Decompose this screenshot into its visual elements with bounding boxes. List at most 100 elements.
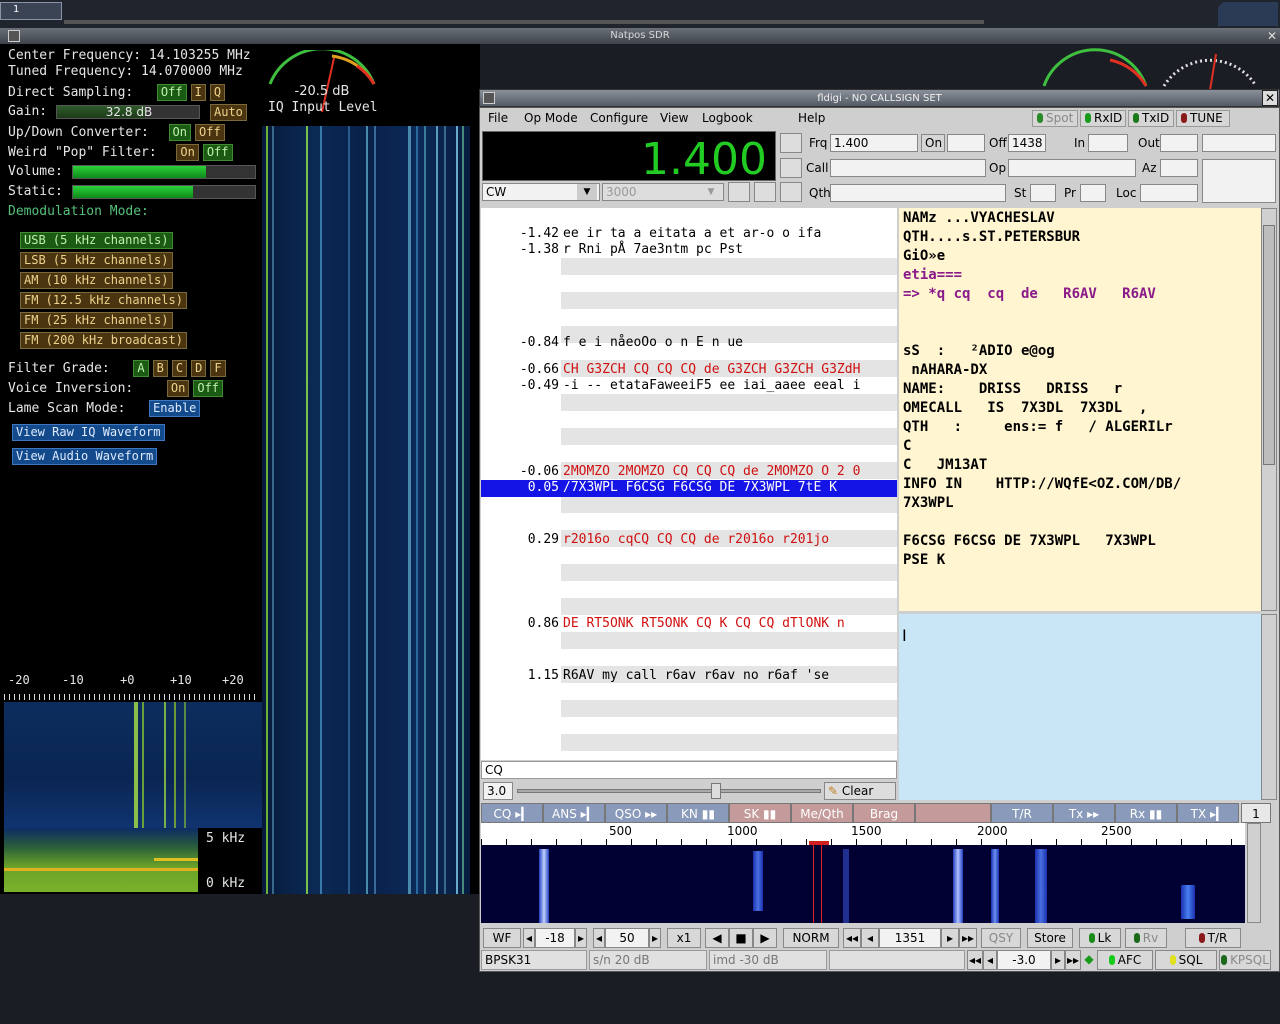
filter-grade-d[interactable]: D bbox=[191, 360, 207, 377]
clear-button[interactable]: ✎ Clear bbox=[824, 782, 896, 800]
demod-fm25-button[interactable]: FM (25 kHz channels) bbox=[20, 312, 173, 329]
refresh-icon[interactable] bbox=[728, 182, 750, 202]
qth-field[interactable] bbox=[830, 184, 1006, 202]
rx-text-pane[interactable]: NAMz ...VYACHESLAV QTH....s.ST.PETERSBUR G… bbox=[899, 208, 1261, 611]
menu-view[interactable]: View bbox=[660, 111, 688, 125]
wf-mode-button[interactable]: WF bbox=[483, 928, 521, 948]
carrier-freq-field[interactable]: 1351 bbox=[879, 928, 941, 948]
menu-help[interactable]: Help bbox=[798, 111, 825, 125]
fldigi-waterfall[interactable] bbox=[481, 845, 1245, 923]
arrow-right-icon[interactable]: ▸ bbox=[575, 928, 587, 948]
lame-scan-enable-button[interactable]: Enable bbox=[149, 400, 201, 417]
on-button[interactable]: On bbox=[921, 134, 945, 152]
status-mode[interactable]: BPSK31 bbox=[481, 950, 587, 970]
arrow-left-icon[interactable]: ◂ bbox=[593, 928, 605, 948]
filter-grade-c[interactable]: C bbox=[171, 360, 188, 377]
store-button[interactable]: Store bbox=[1027, 928, 1073, 948]
browser-row[interactable]: -1.42 ee ir ta a eitata a et ar-o o ifa bbox=[481, 226, 897, 243]
fast-forward-icon[interactable]: ▸▸ bbox=[959, 928, 977, 948]
arrow-left-icon[interactable]: ◂ bbox=[523, 928, 535, 948]
zoom-button[interactable]: x1 bbox=[667, 928, 701, 948]
volume-slider[interactable] bbox=[72, 165, 256, 179]
updown-off-button[interactable]: Off bbox=[195, 124, 225, 141]
notes-field[interactable] bbox=[1202, 159, 1276, 203]
tune-toggle[interactable]: TUNE bbox=[1176, 110, 1230, 127]
filter-grade-b[interactable]: B bbox=[152, 360, 168, 377]
chevron-down-icon[interactable]: ▼ bbox=[701, 184, 721, 200]
window-menu-icon[interactable] bbox=[483, 92, 495, 104]
gain-auto-button[interactable]: Auto bbox=[210, 104, 247, 121]
macro-cq[interactable]: CQ ▸▎ bbox=[481, 803, 543, 823]
macro-ans[interactable]: ANS ▸▎ bbox=[543, 803, 605, 823]
macro-empty[interactable] bbox=[915, 803, 991, 823]
wf-speed-button[interactable]: NORM bbox=[783, 928, 839, 948]
natpos-waterfall[interactable] bbox=[262, 126, 470, 894]
static-slider[interactable] bbox=[72, 185, 256, 199]
arrow-left-icon[interactable]: ◂ bbox=[983, 950, 997, 970]
arrow-right-icon[interactable]: ▸ bbox=[1051, 950, 1065, 970]
view-audio-waveform-button[interactable]: View Audio Waveform bbox=[12, 448, 158, 465]
fast-back-icon[interactable]: ◂◂ bbox=[843, 928, 861, 948]
call-field[interactable] bbox=[830, 159, 986, 177]
list-icon[interactable] bbox=[754, 182, 776, 202]
op-field[interactable] bbox=[1008, 159, 1136, 177]
filter-grade-f[interactable]: F bbox=[210, 360, 226, 377]
direct-sampling-i-button[interactable]: I bbox=[190, 84, 206, 101]
tray-app-icon[interactable] bbox=[1218, 2, 1278, 26]
tr-toggle[interactable]: T/R bbox=[1185, 928, 1241, 948]
save-log-icon[interactable] bbox=[780, 182, 802, 202]
macro-meqth[interactable]: Me/Qth bbox=[791, 803, 853, 823]
browser-row[interactable]: -0.66 CH G3ZCH CQ CQ CQ de G3ZCH G3ZCH G3… bbox=[481, 362, 897, 379]
tx-level-field[interactable]: -3.0 bbox=[997, 950, 1051, 970]
close-icon[interactable]: ✕ bbox=[1262, 90, 1278, 106]
browser-row[interactable]: 0.86 DE RT5ONK RT5ONK CQ K CQ CQ dTlONK n bbox=[481, 616, 897, 633]
close-icon[interactable]: ✕ bbox=[1266, 28, 1278, 43]
rewind-icon[interactable]: ◀ bbox=[705, 928, 729, 948]
afc-toggle[interactable]: AFC bbox=[1097, 950, 1153, 970]
macro-tx[interactable]: Tx ▸▸ bbox=[1053, 803, 1115, 823]
mode-select[interactable]: CW ▼ bbox=[482, 183, 600, 201]
stop-icon[interactable]: ■ bbox=[729, 928, 753, 948]
pop-filter-off-button[interactable]: Off bbox=[202, 144, 233, 161]
pop-filter-on-button[interactable]: On bbox=[176, 144, 199, 161]
arrow-right-icon[interactable]: ▸ bbox=[941, 928, 959, 948]
in-field[interactable] bbox=[1088, 134, 1128, 152]
st-field[interactable] bbox=[1030, 184, 1056, 202]
voice-inversion-off[interactable]: Off bbox=[193, 380, 224, 397]
window-menu-icon[interactable] bbox=[8, 30, 20, 42]
demod-am-button[interactable]: AM (10 kHz channels) bbox=[20, 272, 173, 289]
frq-field[interactable]: 1.400 bbox=[830, 134, 918, 152]
browser-row[interactable]: -0.49 -i -- etataFaweeiF5 ee iai_aaee eea… bbox=[481, 378, 897, 395]
rx-scrollbar[interactable] bbox=[1261, 208, 1277, 611]
pr-field[interactable] bbox=[1080, 184, 1106, 202]
demod-lsb-button[interactable]: LSB (5 kHz channels) bbox=[20, 252, 173, 269]
waterfall-scrollbar[interactable] bbox=[1247, 823, 1261, 923]
sql-toggle[interactable]: SQL bbox=[1155, 950, 1217, 970]
demod-usb-button[interactable]: USB (5 kHz channels) bbox=[20, 232, 173, 249]
tx-scrollbar[interactable] bbox=[1261, 614, 1277, 800]
spot-toggle[interactable]: Spot bbox=[1032, 110, 1078, 127]
menu-op-mode[interactable]: Op Mode bbox=[524, 111, 578, 125]
menu-file[interactable]: File bbox=[488, 111, 508, 125]
updown-on-button[interactable]: On bbox=[168, 124, 191, 141]
macro-rx[interactable]: Rx ▮▮ bbox=[1115, 803, 1177, 823]
macro-set-selector[interactable]: 1 bbox=[1241, 803, 1271, 823]
broom-icon[interactable] bbox=[780, 158, 802, 178]
txid-toggle[interactable]: TxID bbox=[1128, 110, 1174, 127]
fast-forward-icon[interactable]: ▸▸ bbox=[1065, 950, 1081, 970]
bandwidth-select[interactable]: 3000 ▼ bbox=[602, 183, 724, 201]
tx-text-pane[interactable] bbox=[899, 614, 1261, 800]
search-field[interactable]: CQ bbox=[481, 761, 897, 779]
browser-row[interactable]: 0.05/7X3WPL F6CSG F6CSG DE 7X3WPL 7tE K bbox=[481, 480, 897, 497]
arrow-right-icon[interactable]: ▸ bbox=[649, 928, 661, 948]
macro-tx-stop[interactable]: TX ▸▎ bbox=[1177, 803, 1239, 823]
natpos-spectrum-waterfall[interactable] bbox=[4, 702, 262, 828]
view-iq-waveform-button[interactable]: View Raw IQ Waveform bbox=[12, 424, 165, 441]
macro-sk[interactable]: SK ▮▮ bbox=[729, 803, 791, 823]
macro-brag[interactable]: Brag bbox=[853, 803, 915, 823]
reverse-toggle[interactable]: Rv bbox=[1125, 928, 1167, 948]
play-icon[interactable]: ▶ bbox=[753, 928, 777, 948]
loc-field[interactable] bbox=[1140, 184, 1198, 202]
fast-back-icon[interactable]: ◂◂ bbox=[967, 950, 983, 970]
wf-level-field[interactable]: -18 bbox=[535, 928, 575, 948]
